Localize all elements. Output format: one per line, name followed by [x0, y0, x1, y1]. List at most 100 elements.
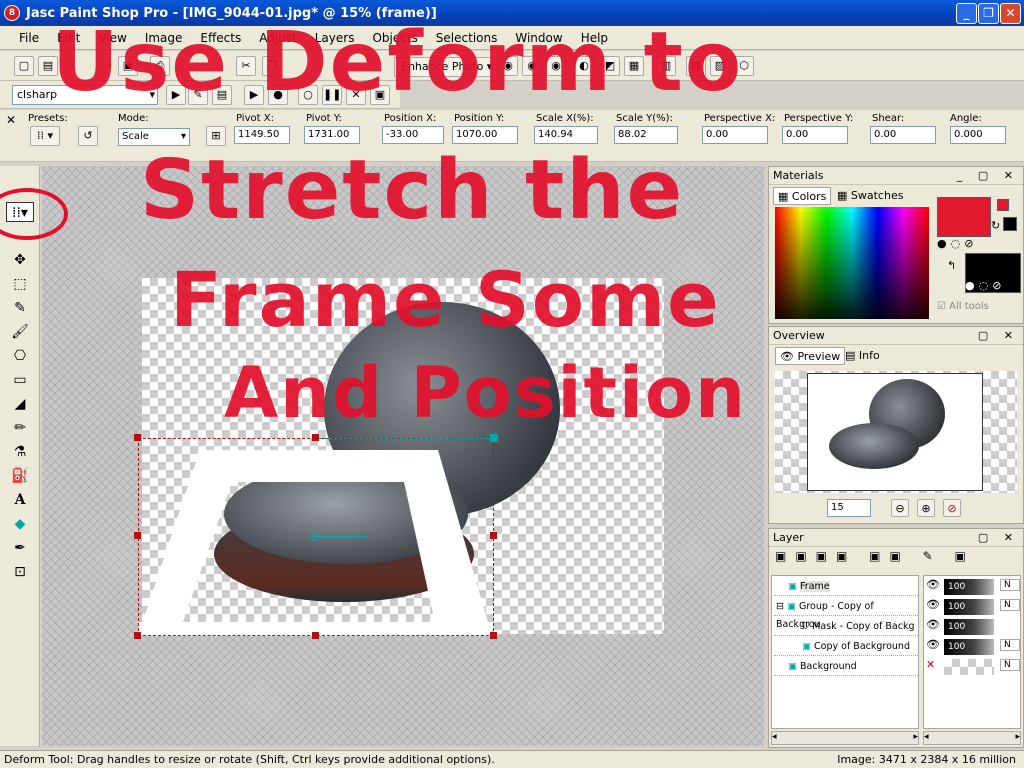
edge-handle-left[interactable]	[134, 532, 141, 539]
position-y-field[interactable]: 1070.00	[452, 126, 518, 144]
text-tool-icon[interactable]: A	[6, 490, 34, 510]
fg-style-icons[interactable]: ●◌⊘	[937, 237, 991, 251]
overview-zoom-field[interactable]: 15	[827, 499, 871, 517]
move-tool-icon[interactable]: ✥	[6, 250, 34, 270]
position-x-label: Position X:	[384, 113, 437, 124]
presets-dropdown[interactable]: ⁞⁞ ▾	[30, 126, 60, 146]
scratch-remover-icon[interactable]: ▭	[6, 370, 34, 390]
scale-x-field[interactable]: 140.94	[534, 126, 598, 144]
visibility-eye-icon[interactable]: 👁	[926, 618, 940, 631]
foreground-swatch[interactable]	[937, 197, 991, 237]
image-info: Image: 3471 x 2384 x 16 million	[837, 753, 1016, 766]
shear-field[interactable]: 0.00	[870, 126, 936, 144]
restore-button[interactable]: ❐	[978, 3, 999, 24]
corner-handle-tl[interactable]	[134, 434, 141, 441]
layer-row-mask[interactable]: ⛉ Mask - Copy of Backg	[774, 618, 918, 636]
clone-brush-icon[interactable]: ⎔	[6, 346, 34, 366]
swap-arrow-icon[interactable]: ↰	[947, 259, 956, 272]
layer-row-copy-background[interactable]: ▣ Copy of Background	[774, 638, 918, 656]
close-palette-icon[interactable]: ✕	[6, 113, 16, 127]
color-replacer-icon[interactable]: ⚗	[6, 442, 34, 462]
pivot-point[interactable]	[310, 532, 319, 541]
visibility-eye-icon[interactable]: 👁	[926, 578, 940, 591]
layer-row-frame[interactable]: ▣ Frame	[774, 578, 918, 596]
tab-info[interactable]: ▤ Info	[841, 347, 884, 365]
layer-props-scrollbar[interactable]: ◂ ▸	[923, 731, 1021, 745]
close-button[interactable]: ✕	[1000, 3, 1021, 24]
object-selector-icon[interactable]: ⊡	[6, 562, 34, 582]
preset-shape-icon[interactable]: ◆	[6, 514, 34, 534]
annotation-line-4: And Position	[224, 352, 747, 434]
visibility-eye-icon[interactable]: 👁	[926, 638, 940, 651]
paint-brush-icon[interactable]: 🖌	[6, 322, 34, 342]
blend-mode[interactable]: N	[1000, 639, 1020, 651]
materials-title: Materials _ ▢ ✕	[769, 167, 1023, 185]
layer-row-background[interactable]: ▣ Background	[774, 658, 918, 676]
perspective-x-label: Perspective X:	[704, 113, 776, 124]
eraser-icon[interactable]: ◢	[6, 394, 34, 414]
color-spectrum[interactable]	[775, 207, 929, 319]
tab-preview[interactable]: 👁 Preview	[775, 347, 846, 365]
app-icon: 8	[4, 5, 20, 21]
pivot-y-field[interactable]: 1731.00	[304, 126, 360, 144]
presets-label: Presets:	[28, 113, 68, 124]
blend-mode[interactable]: N	[1000, 579, 1020, 591]
blend-mode[interactable]: N	[1000, 599, 1020, 611]
edge-handle-bottom[interactable]	[312, 632, 319, 639]
perspective-y-field[interactable]: 0.00	[782, 126, 848, 144]
zoom-out-icon[interactable]: ⊖	[891, 499, 909, 517]
overview-coin-stack	[829, 423, 919, 469]
pivot-x-label: Pivot X:	[236, 113, 274, 124]
layer-row-group[interactable]: ⊟ ▣ Group - Copy of Backgrou	[774, 598, 918, 630]
zoom-reset-icon[interactable]: ⊘	[943, 499, 961, 517]
corner-handle-bl[interactable]	[134, 632, 141, 639]
tools-palette: ⁞⁞▾ ✥ ⬚ ✎ 🖌 ⎔ ▭ ◢ ✏ ⚗ ⛽ A ◆ ✒ ⊡	[0, 166, 40, 746]
canvas-area[interactable]	[42, 166, 764, 746]
corner-handle-br[interactable]	[490, 632, 497, 639]
lighten-brush-icon[interactable]: ✏	[6, 418, 34, 438]
mode-label: Mode:	[118, 113, 149, 124]
visibility-eye-icon[interactable]: 👁	[926, 598, 940, 611]
tab-colors[interactable]: ▦ Colors	[773, 187, 832, 205]
position-x-field[interactable]: -33.00	[382, 126, 444, 144]
fg-mini-swatch[interactable]	[997, 199, 1009, 211]
overview-title: Overview ▢ ✕	[769, 327, 1023, 345]
perspective-x-field[interactable]: 0.00	[702, 126, 768, 144]
opacity-bar[interactable]: 100	[944, 579, 994, 595]
materials-panel: Materials _ ▢ ✕ ▦ Colors ▦ Swatches ↻ ●◌⊘…	[768, 166, 1024, 324]
pivot-x-field[interactable]: 1149.50	[234, 126, 290, 144]
scale-y-label: Scale Y(%):	[616, 113, 673, 124]
swap-colors-icon[interactable]: ↻	[991, 219, 1000, 232]
angle-field[interactable]: 0.000	[950, 126, 1006, 144]
layer-list-scrollbar[interactable]: ◂ ▸	[771, 731, 919, 745]
hidden-eye-icon[interactable]: ✕	[926, 658, 935, 671]
tab-swatches[interactable]: ▦ Swatches	[833, 187, 907, 205]
flood-fill-icon[interactable]: ⛽	[6, 466, 34, 486]
minimize-button[interactable]: _	[956, 3, 977, 24]
edge-handle-top[interactable]	[312, 434, 319, 441]
zoom-in-icon[interactable]: ⊕	[917, 499, 935, 517]
dropper-tool-icon[interactable]: ✎	[6, 298, 34, 318]
angle-label: Angle:	[950, 113, 982, 124]
opacity-bar[interactable]: 100	[944, 619, 994, 635]
reset-icon[interactable]: ↺	[78, 126, 98, 146]
bg-style-icons[interactable]: ●◌⊘	[965, 279, 1021, 293]
background-opacity-bar[interactable]	[944, 659, 994, 675]
selection-tool-icon[interactable]: ⬚	[6, 274, 34, 294]
new-button[interactable]: ▢	[14, 56, 34, 76]
all-tools-checkbox[interactable]: ☑ All tools	[937, 301, 989, 312]
perspective-y-label: Perspective Y:	[784, 113, 854, 124]
layer-list: ▣ Frame ⊟ ▣ Group - Copy of Backgrou ⛉ M…	[771, 575, 919, 729]
rotation-handle[interactable]	[490, 434, 498, 442]
layer-toolbar-icons[interactable]: ▣▣▣▣ ▣▣ ✎ ▣	[775, 549, 1019, 571]
bg-mini-swatch[interactable]	[1003, 217, 1017, 231]
opacity-bar[interactable]: 100	[944, 599, 994, 615]
blend-mode[interactable]: N	[1000, 659, 1020, 671]
edge-handle-right[interactable]	[490, 532, 497, 539]
shear-label: Shear:	[872, 113, 905, 124]
opacity-bar[interactable]: 100	[944, 639, 994, 655]
menu-file[interactable]: File	[10, 31, 48, 45]
overview-panel: Overview ▢ ✕ 👁 Preview ▤ Info 15 ⊖ ⊕ ⊘	[768, 326, 1024, 524]
pen-tool-icon[interactable]: ✒	[6, 538, 34, 558]
scale-y-field[interactable]: 88.02	[614, 126, 678, 144]
